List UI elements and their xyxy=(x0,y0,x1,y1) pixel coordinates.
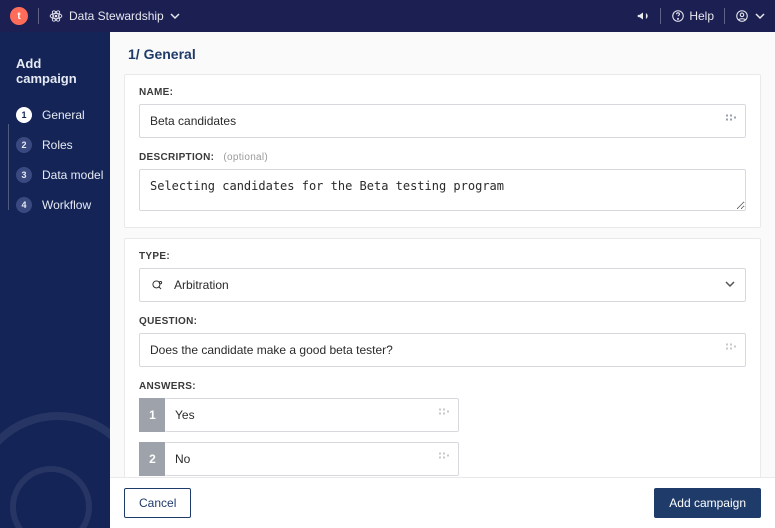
chevron-down-icon xyxy=(725,278,735,292)
answer-row: 1 Yes xyxy=(139,398,459,432)
divider xyxy=(724,8,725,24)
chevron-down-icon xyxy=(170,11,180,21)
atom-icon xyxy=(49,9,63,23)
answer-number: 2 xyxy=(139,442,165,476)
brand-logo[interactable]: t xyxy=(10,7,28,25)
section-title: 1/ General xyxy=(124,32,761,74)
answer-input[interactable]: No xyxy=(165,442,459,476)
panel-identity: NAME: Beta candidates DESCRIPTION: (opti… xyxy=(124,74,761,228)
type-value: Arbitration xyxy=(174,278,229,292)
answer-row: 2 No xyxy=(139,442,459,476)
submit-button[interactable]: Add campaign xyxy=(654,488,761,518)
sidebar: Add campaign 1 General 2 Roles 3 Data mo… xyxy=(0,32,110,528)
user-menu[interactable] xyxy=(735,9,765,23)
step-data-model[interactable]: 3 Data model xyxy=(16,160,110,190)
chevron-down-icon xyxy=(755,11,765,21)
content: 1/ General NAME: Beta candidates DESCRIP… xyxy=(110,32,775,528)
step-general[interactable]: 1 General xyxy=(16,100,110,130)
answers-label: ANSWERS: xyxy=(139,381,746,392)
help-icon xyxy=(671,9,685,23)
question-input[interactable]: Does the candidate make a good beta test… xyxy=(139,333,746,367)
divider xyxy=(660,8,661,24)
step-label: Workflow xyxy=(42,198,91,212)
app-switcher[interactable]: Data Stewardship xyxy=(49,9,180,23)
help-button[interactable]: Help xyxy=(671,9,714,23)
smart-icon[interactable] xyxy=(725,114,737,129)
step-label: General xyxy=(42,108,85,122)
step-workflow[interactable]: 4 Workflow xyxy=(16,190,110,220)
step-label: Roles xyxy=(42,138,73,152)
description-textarea[interactable] xyxy=(139,169,746,211)
name-label: NAME: xyxy=(139,87,746,98)
answer-input[interactable]: Yes xyxy=(165,398,459,432)
type-icon xyxy=(150,278,164,292)
footer: Cancel Add campaign xyxy=(110,477,775,528)
description-label: DESCRIPTION: (optional) xyxy=(139,152,746,163)
answers-list: 1 Yes 2 No xyxy=(139,398,746,477)
smart-icon[interactable] xyxy=(438,452,450,467)
type-label: TYPE: xyxy=(139,251,746,262)
smart-icon[interactable] xyxy=(438,408,450,423)
divider xyxy=(38,8,39,24)
type-select[interactable]: Arbitration xyxy=(139,268,746,302)
answer-number: 1 xyxy=(139,398,165,432)
user-icon xyxy=(735,9,749,23)
step-label: Data model xyxy=(42,168,103,182)
name-input[interactable]: Beta candidates xyxy=(139,104,746,138)
cancel-button[interactable]: Cancel xyxy=(124,488,191,518)
question-label: QUESTION: xyxy=(139,316,746,327)
sidebar-title: Add campaign xyxy=(0,46,110,100)
step-roles[interactable]: 2 Roles xyxy=(16,130,110,160)
app-title: Data Stewardship xyxy=(69,9,164,23)
wizard-steps: 1 General 2 Roles 3 Data model 4 Workflo… xyxy=(0,100,110,220)
topbar: t Data Stewardship Help xyxy=(0,0,775,32)
smart-icon[interactable] xyxy=(725,343,737,358)
megaphone-icon[interactable] xyxy=(636,9,650,23)
panel-definition: TYPE: Arbitration QUESTION: Does the can… xyxy=(124,238,761,477)
